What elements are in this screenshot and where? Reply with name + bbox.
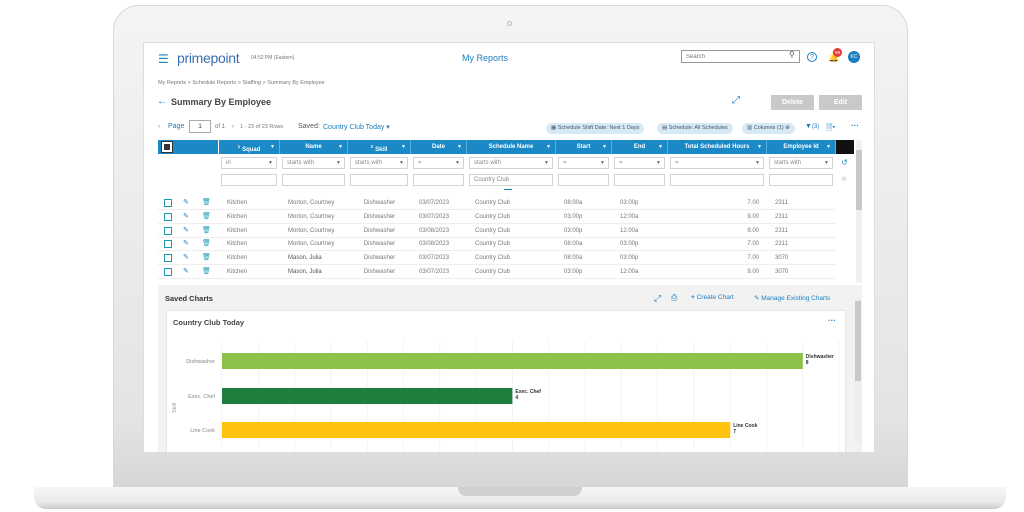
data-label-category: Exec. Chef (515, 389, 541, 395)
data-label-value: 4 (515, 395, 518, 401)
laptop-notch (458, 487, 582, 496)
bar-exec-chef (222, 388, 513, 404)
bar-chart: DishwasherDishwasher8Exec. ChefExec. Che… (186, 341, 840, 452)
camera-icon (507, 21, 512, 26)
category-tick-label: Exec. Chef (188, 394, 215, 400)
chart-scrollbar-thumb[interactable] (855, 301, 861, 381)
bar-line-cook (222, 422, 731, 438)
category-tick-label: Dishwasher (186, 359, 215, 365)
chart-scrollbar[interactable] (855, 297, 861, 442)
app-screen: ☰ primepoint 04:52 PM (Eastern) My Repor… (143, 42, 875, 453)
data-label-category: Line Cook (733, 423, 757, 429)
data-label-value: 7 (733, 429, 736, 435)
category-tick-label: Line Cook (190, 428, 215, 434)
data-label-value: 8 (806, 360, 809, 366)
bar-dishwasher (222, 353, 803, 369)
data-label-category: Dishwasher (806, 354, 834, 360)
